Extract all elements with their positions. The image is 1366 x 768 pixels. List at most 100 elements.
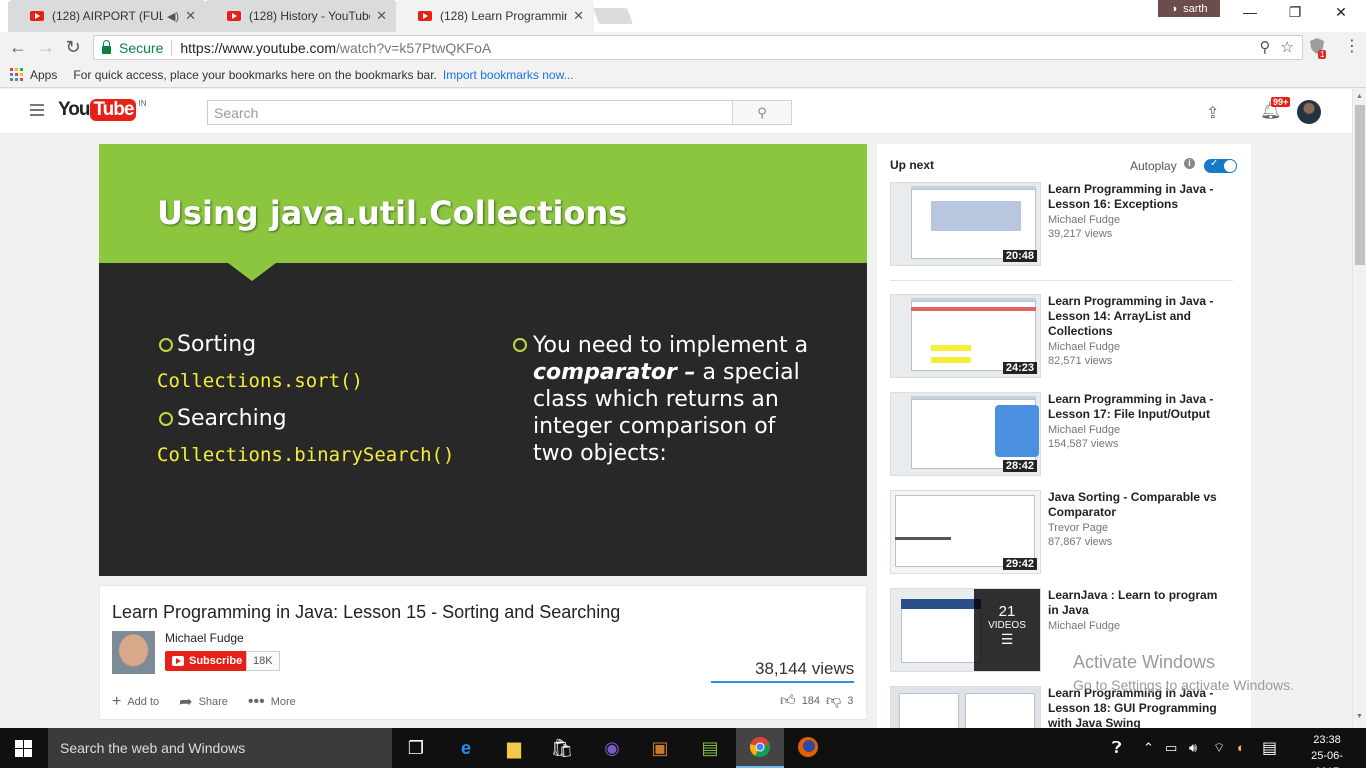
profile-button[interactable]: ◑ sarth <box>1158 0 1220 17</box>
add-to-label: Add to <box>127 696 160 708</box>
recommended-channel: Michael Fudge <box>1048 424 1121 436</box>
video-thumbnail[interactable]: 24:23 <box>890 294 1041 378</box>
recommended-video[interactable]: 28:42 Learn Programming in Java - Lesson… <box>890 392 1240 480</box>
guide-menu-icon[interactable] <box>30 104 44 116</box>
help-icon[interactable]: ❓︎ <box>1112 740 1122 758</box>
recommended-title[interactable]: LearnJava : Learn to program in Java <box>1048 588 1228 618</box>
restore-icon[interactable]: ❐ <box>1285 4 1305 21</box>
tab-title: (128) Learn Programming <box>440 9 568 23</box>
logo-you: You <box>58 99 91 120</box>
taskbar-clock[interactable]: 23:38 25-06-2017 <box>1302 732 1352 768</box>
page-scrollbar[interactable]: ▲ ▼ <box>1352 89 1366 728</box>
video-title: Learn Programming in Java: Lesson 15 - S… <box>112 602 621 622</box>
bookmark-star-icon[interactable]: ☆ <box>1281 38 1294 56</box>
reload-icon[interactable]: ↻ <box>62 36 84 58</box>
scroll-up-arrow-icon[interactable]: ▲ <box>1356 93 1363 100</box>
speaker-icon[interactable]: ◀) <box>167 10 179 23</box>
scroll-down-arrow-icon[interactable]: ▼ <box>1356 713 1363 720</box>
upload-icon[interactable]: ⇪ <box>1206 103 1219 123</box>
tab-close-icon[interactable]: ✕ <box>573 8 584 24</box>
zoom-icon[interactable]: ⚲ <box>1260 38 1271 56</box>
youtube-logo[interactable]: You Tube IN <box>58 99 146 121</box>
battery-icon[interactable]: ▭ <box>1165 740 1177 756</box>
store-icon[interactable]: 🛍︎ <box>550 736 574 760</box>
forward-icon[interactable]: → <box>35 36 57 58</box>
tab-airport[interactable]: (128) AIRPORT (FULL V ◀) ✕ <box>8 0 206 32</box>
url-path: /watch?v=k57PtwQKFoA <box>336 39 492 56</box>
video-player[interactable]: Using java.util.Collections Sorting Coll… <box>99 144 867 576</box>
slide-bullet-comparator: You need to implement a comparator – a s… <box>513 332 813 467</box>
minimize-icon[interactable]: — <box>1240 4 1260 20</box>
import-bookmarks-link[interactable]: Import bookmarks now... <box>443 68 574 82</box>
chrome-menu-icon[interactable]: ⋮ <box>1344 36 1360 56</box>
task-view-icon[interactable]: ❐ <box>404 736 428 760</box>
playlist-count: 21 <box>998 603 1016 620</box>
apps-icon[interactable] <box>10 68 23 81</box>
info-icon[interactable]: i <box>1184 158 1195 169</box>
weather-icon[interactable]: ◐ <box>1237 740 1245 755</box>
start-button[interactable] <box>15 740 32 757</box>
slide-code-sort: Collections.sort() <box>157 370 363 392</box>
autoplay-label: Autoplay <box>1130 159 1177 173</box>
address-bar[interactable]: Secure https://www.youtube.com/watch?v=k… <box>93 35 1303 60</box>
volume-icon[interactable]: 🔊︎ <box>1189 740 1197 756</box>
channel-name[interactable]: Michael Fudge <box>165 631 244 645</box>
tab-close-icon[interactable]: ✕ <box>376 8 387 24</box>
thumbs-up-icon[interactable]: 👍︎ <box>780 692 796 710</box>
sentiment-bar <box>711 681 854 683</box>
close-window-icon[interactable]: ✕ <box>1331 4 1351 21</box>
recommended-video[interactable]: 20:48 Learn Programming in Java - Lesson… <box>890 182 1240 270</box>
edge-icon[interactable]: e <box>454 736 478 760</box>
network-icon[interactable]: ⌔ <box>1213 740 1225 756</box>
video-thumbnail[interactable]: 20:48 <box>890 182 1041 266</box>
tab-title: (128) History - YouTube <box>249 9 371 23</box>
recommended-video[interactable]: 24:23 Learn Programming in Java - Lesson… <box>890 294 1240 382</box>
tab-title: (128) AIRPORT (FULL V <box>52 9 163 23</box>
youtube-favicon-icon <box>227 11 241 21</box>
activate-windows-watermark: Activate Windows <box>1073 652 1216 672</box>
share-button[interactable]: ➦ Share <box>179 692 228 712</box>
new-tab-button[interactable] <box>593 8 633 24</box>
account-avatar[interactable] <box>1297 100 1321 124</box>
video-thumbnail[interactable] <box>890 686 1041 728</box>
playlist-overlay: 21 VIDEOS ☰ <box>974 589 1040 671</box>
video-thumbnail[interactable]: 29:42 <box>890 490 1041 574</box>
autoplay-toggle[interactable]: ✓ <box>1204 158 1237 173</box>
app-icon[interactable]: ▣ <box>648 736 672 760</box>
recommended-title[interactable]: Learn Programming in Java - Lesson 17: F… <box>1048 392 1228 422</box>
add-to-button[interactable]: + Add to <box>112 693 159 711</box>
tab-close-icon[interactable]: ✕ <box>185 8 196 24</box>
search-button[interactable]: ⚲ <box>732 100 792 125</box>
back-icon[interactable]: ← <box>7 36 29 58</box>
file-explorer-icon[interactable]: ▆ <box>502 736 526 760</box>
eclipse-icon[interactable]: ◉ <box>600 736 624 760</box>
video-duration: 29:42 <box>1002 558 1037 570</box>
show-hidden-icons[interactable]: ⌃ <box>1143 740 1154 756</box>
recommended-title[interactable]: Learn Programming in Java - Lesson 16: E… <box>1048 182 1228 212</box>
tab-history[interactable]: (128) History - YouTube ✕ <box>205 0 397 32</box>
thumbs-down-icon[interactable]: 👎︎ <box>826 692 841 710</box>
apps-label[interactable]: Apps <box>30 68 57 82</box>
share-label: Share <box>198 696 228 708</box>
firefox-icon[interactable] <box>796 736 820 760</box>
bullet-ring-icon <box>159 412 173 426</box>
playlist-thumbnail[interactable]: 21 VIDEOS ☰ <box>890 588 1041 672</box>
video-info-card: Learn Programming in Java: Lesson 15 - S… <box>99 585 867 720</box>
subscribe-button[interactable]: Subscribe <box>165 651 251 671</box>
recommended-channel: Michael Fudge <box>1048 214 1121 226</box>
channel-avatar[interactable] <box>112 631 155 674</box>
search-input[interactable]: Search <box>207 100 733 125</box>
chrome-icon[interactable] <box>748 736 772 760</box>
divider <box>890 280 1233 281</box>
recommended-video[interactable]: 29:42 Java Sorting - Comparable vs Compa… <box>890 490 1240 578</box>
video-thumbnail[interactable]: 28:42 <box>890 392 1041 476</box>
chart-app-icon[interactable]: ▤ <box>698 736 722 760</box>
scrollbar-thumb[interactable] <box>1355 105 1365 265</box>
more-button[interactable]: ••• More <box>248 693 296 711</box>
tab-learn-programming[interactable]: (128) Learn Programming ✕ <box>396 0 594 32</box>
notifications-icon[interactable]: ▤ <box>1262 738 1277 758</box>
taskbar-search[interactable]: Search the web and Windows <box>48 728 392 768</box>
recommended-title[interactable]: Learn Programming in Java - Lesson 14: A… <box>1048 294 1228 339</box>
recommended-title[interactable]: Java Sorting - Comparable vs Comparator <box>1048 490 1228 520</box>
share-arrow-icon: ➦ <box>179 694 193 711</box>
